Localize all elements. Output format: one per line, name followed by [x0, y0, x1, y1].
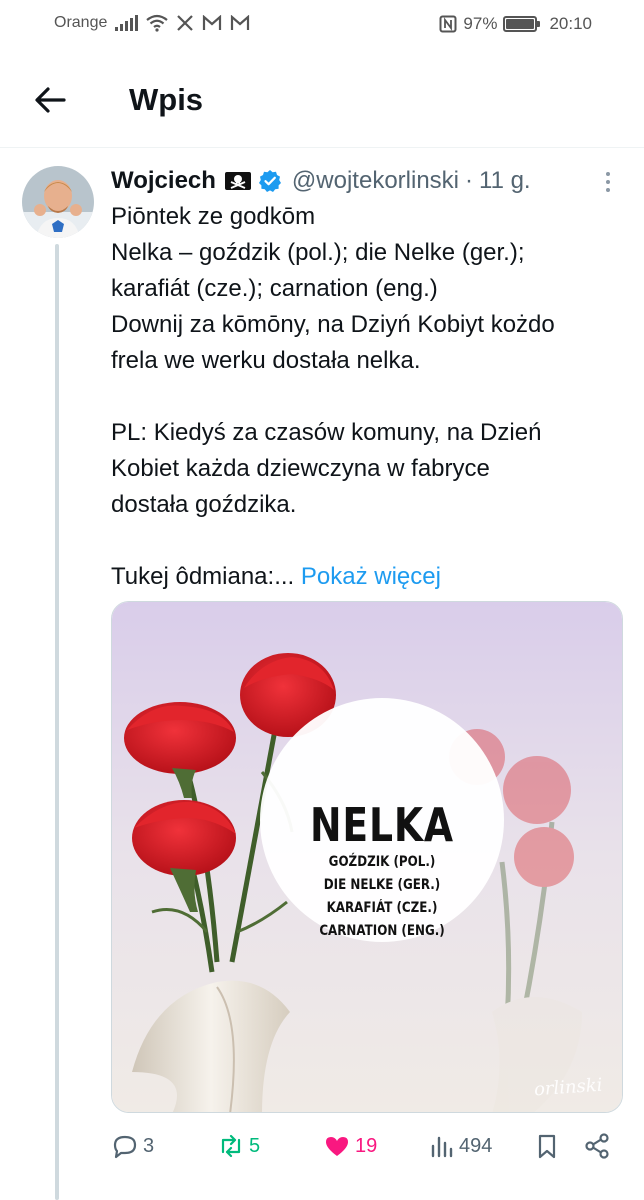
battery-icon [503, 16, 541, 32]
heart-icon [326, 1137, 348, 1156]
avatar[interactable] [22, 166, 94, 238]
nfc-icon [439, 15, 457, 33]
post-line: frela we werku dostała nelka. [111, 347, 421, 374]
reply-icon [113, 1135, 137, 1159]
reply-count: 3 [143, 1134, 155, 1157]
status-bar: Orange 97% 20:10 [0, 0, 644, 52]
clock: 20:10 [549, 14, 592, 33]
post-time[interactable]: 11 g. [479, 167, 531, 195]
more-options-icon[interactable] [596, 168, 620, 196]
pirate-flag-icon [224, 172, 251, 190]
post-line: Piōntek ze godkōm [111, 203, 316, 230]
view-count: 494 [459, 1134, 493, 1157]
carrier-label: Orange [54, 14, 108, 31]
page-title: Wpis [129, 82, 204, 117]
bookmark-icon[interactable] [533, 1128, 561, 1164]
author-handle[interactable]: @wojtekorlinski [292, 167, 459, 195]
thread-line [55, 244, 59, 1200]
gmail-icon [231, 15, 250, 30]
repost-icon [221, 1134, 241, 1158]
battery-percent: 97% [463, 14, 498, 33]
truncated-text: Tukej ôdmiana:... [111, 563, 295, 590]
post-line: dostała goździka. [111, 491, 297, 518]
post-line: Downij za kōmōny, na Dziyń Kobiyt kożdo [111, 311, 555, 338]
views-icon [431, 1136, 453, 1158]
signal-icon [115, 15, 139, 31]
x-icon [177, 15, 194, 31]
show-more-link[interactable]: Pokaż więcej [301, 563, 441, 590]
post-line: Kobiet każda dziewczyna w fabryce [111, 455, 490, 482]
repost-count: 5 [249, 1134, 261, 1157]
repost-button[interactable]: 5 [217, 1128, 260, 1164]
verified-badge-icon [258, 170, 281, 192]
top-app-bar: Wpis [0, 52, 644, 148]
author-name[interactable]: Wojciech [111, 167, 216, 195]
post-line: Nelka – goździk (pol.); die Nelke (ger.)… [111, 239, 525, 266]
status-bar-left: Orange [54, 14, 250, 32]
post-header: Wojciech @wojtekorlinski · 11 g. [111, 164, 631, 198]
post-line: karafiát (cze.); carnation (eng.) [111, 275, 438, 302]
share-icon[interactable] [583, 1128, 611, 1164]
arrow-left-icon[interactable] [30, 80, 70, 120]
status-bar-right: 97% 20:10 [439, 14, 592, 34]
carnation-illustration [112, 602, 622, 1112]
like-button[interactable]: 19 [323, 1128, 377, 1164]
views-button[interactable]: 494 [427, 1128, 492, 1164]
post-line-last: Tukej ôdmiana:... Pokaż więcej [111, 559, 631, 595]
post-actions: 3 5 19 494 [111, 1128, 616, 1164]
post-image[interactable]: NELKA GOŹDZIK (POL.) DIE NELKE (GER.) KA… [111, 601, 623, 1113]
post-line: PL: Kiedyś za czasów komuny, na Dzień [111, 419, 542, 446]
wifi-icon [146, 14, 169, 32]
battery-fill [506, 19, 534, 29]
separator-dot: · [465, 167, 473, 194]
reply-button[interactable]: 3 [111, 1128, 154, 1164]
gmail-icon [203, 15, 222, 30]
like-count: 19 [355, 1134, 378, 1157]
post-text: Piōntek ze godkōm Nelka – goździk (pol.)… [111, 199, 631, 595]
